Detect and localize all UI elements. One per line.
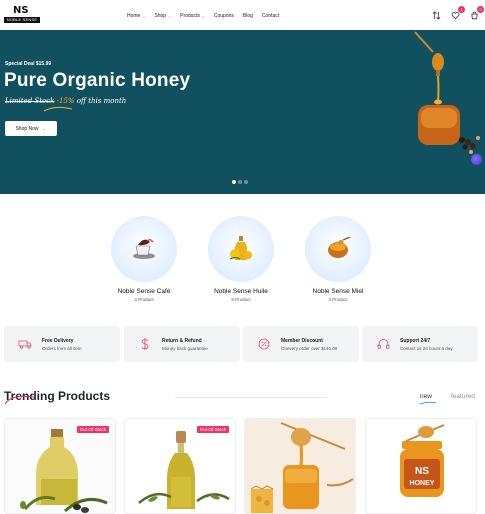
slider-dot-2[interactable] xyxy=(238,180,242,184)
nav-products-label: Products xyxy=(180,13,200,19)
nav-shop[interactable]: Shop ⌵ xyxy=(154,13,171,19)
category-miel[interactable]: Noble Sense Miel 3 Product xyxy=(298,216,378,302)
hero-sub-rest: off this month xyxy=(76,97,127,105)
feature-free-delivery: Free Delivery Orders from all item xyxy=(4,326,120,362)
logo-subtitle: NOBLE SENSE xyxy=(4,17,40,23)
product-image-olive-oil-bottle xyxy=(125,419,235,513)
decorative-orb xyxy=(471,154,482,165)
product-card[interactable]: Out-Of-Stock xyxy=(4,418,116,514)
feature-support: Support 24/7 Contact us 24 hours a day xyxy=(362,326,478,362)
chevron-down-icon: ⌵ xyxy=(142,13,146,19)
product-image-olive-oil-jug xyxy=(5,419,115,513)
cart-icon[interactable]: 0 xyxy=(469,6,484,20)
product-card[interactable]: Out-Of-Stock xyxy=(124,418,236,514)
title-swoosh-icon xyxy=(4,395,35,405)
feature-title: Return & Refund xyxy=(162,337,202,344)
hero-banner: Special Deal $15.99 Pure Organic Honey L… xyxy=(0,30,485,194)
category-name[interactable]: Noble Sense Café xyxy=(104,288,184,295)
feature-desc: Onevery order over $140.00 xyxy=(281,345,338,351)
hero-title: Pure Organic Honey xyxy=(4,70,191,91)
slider-dot-3[interactable] xyxy=(244,180,248,184)
out-of-stock-badge: Out-Of-Stock xyxy=(76,426,109,433)
category-name[interactable]: Noble Sense Huile xyxy=(201,288,281,295)
nav-coupons-label: Coupons xyxy=(213,13,234,19)
tab-active-underline xyxy=(419,401,437,405)
nav-home-label: Home xyxy=(127,13,141,19)
brand-logo[interactable]: NS NOBLE SENSE xyxy=(4,5,42,25)
wishlist-count-badge: 1 xyxy=(458,6,465,13)
nav-home[interactable]: Home ⌵ xyxy=(127,13,145,19)
svg-text:NS: NS xyxy=(415,466,429,477)
nav-contact[interactable]: Contact xyxy=(262,13,279,19)
chevron-down-icon: ⌵ xyxy=(168,13,172,19)
wishlist-icon[interactable]: 1 xyxy=(450,6,465,20)
product-card[interactable]: NS HONEY xyxy=(365,418,477,514)
site-header: NS NOBLE SENSE Home ⌵ Shop ⌵ Products ⌵ Cou… xyxy=(0,0,485,30)
logo-mark: NS xyxy=(13,5,29,16)
tab-featured[interactable]: featured xyxy=(451,393,475,400)
arrow-right-icon: → xyxy=(41,125,47,132)
trending-divider xyxy=(175,397,327,398)
coffee-cup-icon xyxy=(133,239,155,259)
tab-new[interactable]: new xyxy=(420,393,432,400)
nav-blog-label: Blog xyxy=(242,13,253,19)
hero-deal-text: Special Deal $15.99 xyxy=(5,61,52,67)
honey-dipper-jar-image xyxy=(414,31,480,154)
nav-coupons[interactable]: Coupons xyxy=(214,13,234,19)
category-cafe[interactable]: Noble Sense Café 3 Product xyxy=(104,216,184,302)
category-huile[interactable]: Noble Sense Huile 5 Product xyxy=(201,216,281,302)
category-miel-image[interactable] xyxy=(305,216,371,282)
feature-desc: Money back guarantee xyxy=(162,345,208,351)
nav-shop-label: Shop xyxy=(154,13,167,19)
product-image-honey-jar-dipper xyxy=(245,419,355,513)
compare-icon[interactable] xyxy=(431,10,441,20)
category-count: 5 Product xyxy=(231,297,251,302)
discount-icon xyxy=(256,338,272,350)
chevron-down-icon: ⌵ xyxy=(201,13,205,19)
honey-bowl-icon xyxy=(328,237,351,258)
category-name[interactable]: Noble Sense Miel xyxy=(298,288,378,295)
shop-now-label: Shop Now xyxy=(15,125,39,132)
truck-icon xyxy=(17,339,33,349)
category-count: 3 Product xyxy=(328,297,348,302)
feature-return-refund: Return & Refund Money back guarantee xyxy=(124,326,240,362)
svg-text:HONEY: HONEY xyxy=(410,480,435,487)
dollar-icon xyxy=(137,337,153,351)
out-of-stock-badge: Out-Of-Stock xyxy=(196,426,229,433)
oil-bottle-icon xyxy=(229,236,252,260)
shop-now-button[interactable]: Shop Now → xyxy=(5,121,57,136)
nav-products[interactable]: Products ⌵ xyxy=(180,13,205,19)
feature-title: Member Discount xyxy=(281,337,323,344)
main-nav: Home ⌵ Shop ⌵ Products ⌵ Coupons Blog Conta… xyxy=(127,13,279,19)
category-huile-image[interactable] xyxy=(208,216,274,282)
hero-discount: -15% xyxy=(56,97,75,105)
headset-icon xyxy=(375,338,391,350)
category-cafe-image[interactable] xyxy=(111,216,177,282)
product-card[interactable] xyxy=(244,418,356,514)
feature-member-discount: Member Discount Onevery order over $140.… xyxy=(243,326,359,362)
hero-limited-stock: Limited Stock xyxy=(5,97,55,105)
category-count: 3 Product xyxy=(134,297,154,302)
swoosh-icon xyxy=(43,106,73,112)
nav-contact-label: Contact xyxy=(261,13,280,19)
product-image-ns-honey-jar: NS HONEY xyxy=(366,419,476,513)
cart-count-badge: 0 xyxy=(477,6,484,13)
hero-subtitle: Limited Stock -15% off this month xyxy=(5,97,126,105)
slider-dots xyxy=(232,180,248,184)
slider-dot-1[interactable] xyxy=(232,180,236,184)
feature-title: Free Delivery xyxy=(42,337,74,344)
feature-desc: Contact us 24 hours a day xyxy=(400,345,453,351)
feature-title: Support 24/7 xyxy=(400,337,431,344)
feature-desc: Orders from all item xyxy=(42,345,82,351)
header-actions: 1 0 xyxy=(431,6,484,20)
nav-blog[interactable]: Blog xyxy=(243,13,253,19)
